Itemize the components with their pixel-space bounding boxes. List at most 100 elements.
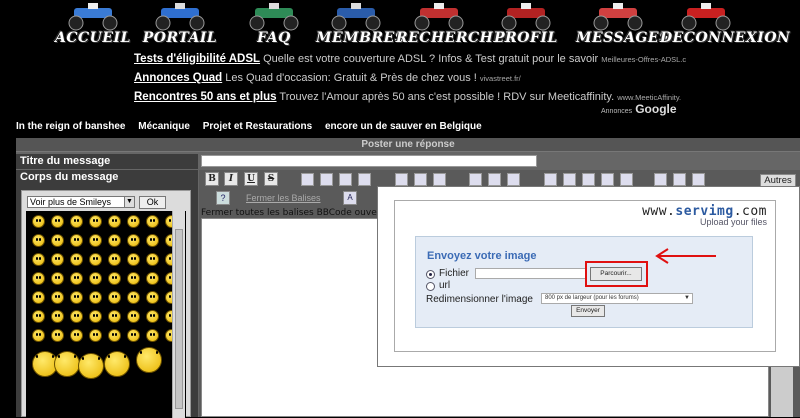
smiley-icon[interactable] — [146, 272, 159, 285]
code-icon[interactable] — [488, 173, 501, 186]
smiley-icon[interactable] — [51, 253, 64, 266]
video-icon[interactable] — [620, 173, 633, 186]
breadcrumb-item[interactable]: Projet et Restaurations — [203, 121, 312, 132]
smiley-icon[interactable] — [51, 310, 64, 323]
smiley-icon[interactable] — [70, 215, 83, 228]
font-size-icon[interactable] — [673, 173, 686, 186]
smiley-icon[interactable] — [70, 329, 83, 342]
font-face-icon[interactable] — [654, 173, 667, 186]
smiley-icon[interactable] — [146, 215, 159, 228]
italic-button[interactable]: I — [224, 172, 238, 186]
nav-faq[interactable]: FAQ — [234, 0, 314, 50]
smiley-icon[interactable] — [32, 272, 45, 285]
smiley-icon[interactable] — [127, 329, 140, 342]
nav-accueil[interactable]: ACCUEIL — [50, 0, 136, 50]
list-bullet-icon[interactable] — [395, 173, 408, 186]
smiley-icon[interactable] — [127, 310, 140, 323]
help-icon[interactable]: ? — [216, 191, 230, 205]
smiley-select[interactable]: Voir plus de Smileys ▼ — [27, 196, 135, 208]
image-icon[interactable] — [544, 173, 557, 186]
smiley-icon[interactable] — [89, 272, 102, 285]
link-icon[interactable] — [582, 173, 595, 186]
smiley-icon[interactable] — [89, 291, 102, 304]
align-justify-icon[interactable] — [358, 173, 371, 186]
smiley-icon[interactable] — [127, 272, 140, 285]
subject-input[interactable] — [201, 155, 537, 167]
upload-image-icon[interactable] — [563, 173, 576, 186]
hr-icon[interactable] — [433, 173, 446, 186]
resize-select[interactable]: 800 px de largeur (pour les forums) ▼ — [541, 293, 693, 304]
smiley-icon[interactable] — [89, 253, 102, 266]
send-button[interactable]: Envoyer — [571, 305, 605, 317]
ad-title[interactable]: Tests d'éligibilité ADSL — [134, 53, 260, 65]
smiley-icon[interactable] — [70, 253, 83, 266]
nav-membres[interactable]: MEMBRES — [316, 0, 405, 50]
smiley-icon[interactable] — [70, 272, 83, 285]
smiley-icon[interactable] — [78, 353, 104, 379]
smiley-icon[interactable] — [89, 329, 102, 342]
nav-deconnexion[interactable]: DECONNEXION — [660, 0, 790, 50]
align-left-icon[interactable] — [301, 173, 314, 186]
file-radio[interactable] — [426, 270, 435, 279]
list-number-icon[interactable] — [414, 173, 427, 186]
smiley-icon[interactable] — [108, 329, 121, 342]
smiley-icon[interactable] — [127, 291, 140, 304]
smiley-icon[interactable] — [89, 215, 102, 228]
smiley-icon[interactable] — [104, 351, 130, 377]
table-icon[interactable] — [507, 173, 520, 186]
nav-messages[interactable]: MESSAGES — [576, 0, 669, 50]
smiley-icon[interactable] — [146, 234, 159, 247]
smiley-icon[interactable] — [127, 253, 140, 266]
smiley-icon[interactable] — [127, 234, 140, 247]
url-radio[interactable] — [426, 282, 435, 291]
breadcrumb-item[interactable]: In the reign of banshee — [16, 121, 125, 132]
align-center-icon[interactable] — [320, 173, 333, 186]
smiley-icon[interactable] — [89, 234, 102, 247]
flash-icon[interactable] — [601, 173, 614, 186]
file-input[interactable] — [475, 268, 587, 279]
font-aa-icon[interactable]: A — [343, 191, 357, 205]
smiley-icon[interactable] — [51, 272, 64, 285]
scrollbar-thumb[interactable] — [175, 229, 183, 409]
smiley-icon[interactable] — [51, 215, 64, 228]
quote-icon[interactable] — [469, 173, 482, 186]
breadcrumb-item[interactable]: encore un de sauver en Belgique — [325, 121, 482, 132]
smiley-icon[interactable] — [51, 329, 64, 342]
breadcrumb-item[interactable]: Mécanique — [138, 121, 190, 132]
smiley-icon[interactable] — [70, 291, 83, 304]
close-tags-link[interactable]: Fermer les Balises — [246, 193, 321, 203]
smiley-icon[interactable] — [32, 291, 45, 304]
smiley-icon[interactable] — [51, 234, 64, 247]
ad-item[interactable]: Annonces Quad Les Quad d'occasion: Gratu… — [134, 70, 694, 89]
smiley-icon[interactable] — [108, 310, 121, 323]
smiley-icon[interactable] — [108, 215, 121, 228]
smiley-icon[interactable] — [146, 253, 159, 266]
smiley-icon[interactable] — [108, 234, 121, 247]
ad-title[interactable]: Rencontres 50 ans et plus — [134, 91, 277, 103]
bold-button[interactable]: B — [205, 172, 219, 186]
smiley-icon[interactable] — [127, 215, 140, 228]
nav-portail[interactable]: PORTAIL — [140, 0, 220, 50]
smiley-icon[interactable] — [89, 310, 102, 323]
smiley-icon[interactable] — [32, 234, 45, 247]
smiley-icon[interactable] — [51, 291, 64, 304]
ad-title[interactable]: Annonces Quad — [134, 72, 222, 84]
smiley-icon[interactable] — [108, 272, 121, 285]
smiley-icon[interactable] — [146, 329, 159, 342]
smiley-ok-button[interactable]: Ok — [139, 196, 166, 209]
nav-rechercher[interactable]: RECHERCHER — [396, 0, 516, 50]
strike-button[interactable]: S — [264, 172, 278, 186]
ads-by-google[interactable]: Annonces Google — [601, 102, 677, 116]
smiley-icon[interactable] — [32, 253, 45, 266]
smiley-icon[interactable] — [32, 310, 45, 323]
smiley-icon[interactable] — [70, 234, 83, 247]
smiley-icon[interactable] — [54, 351, 80, 377]
underline-button[interactable]: U — [244, 172, 258, 186]
font-color-icon[interactable] — [692, 173, 705, 186]
smiley-icon[interactable] — [70, 310, 83, 323]
ad-item[interactable]: Tests d'éligibilité ADSL Quelle est votr… — [134, 51, 694, 70]
smiley-icon[interactable] — [108, 291, 121, 304]
align-right-icon[interactable] — [339, 173, 352, 186]
nav-profil[interactable]: PROFIL — [486, 0, 566, 50]
smiley-icon[interactable] — [32, 329, 45, 342]
